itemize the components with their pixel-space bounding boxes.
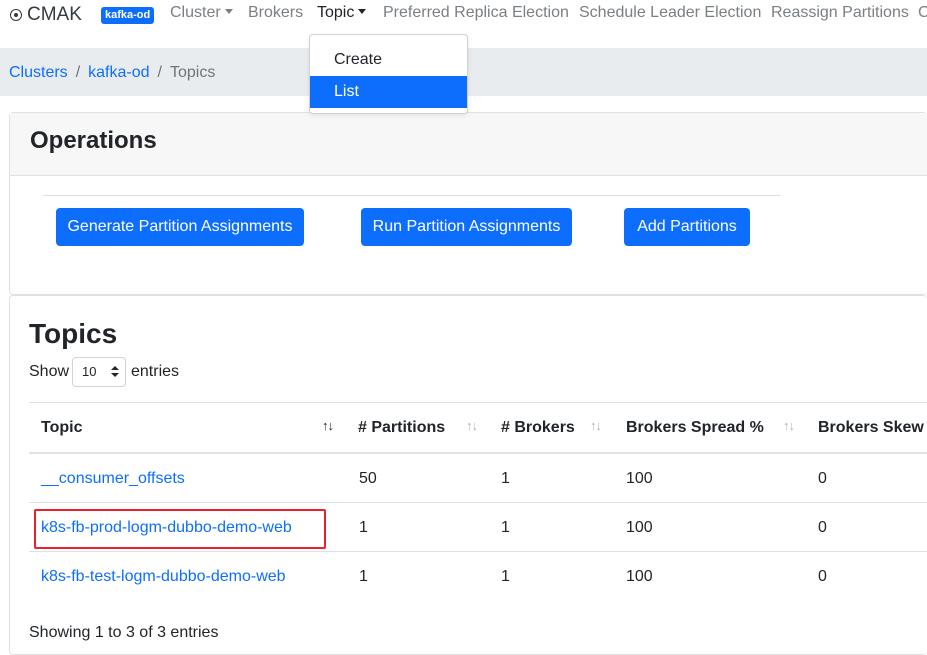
brand[interactable]: CMAK [10, 4, 82, 26]
breadcrumb-clusters[interactable]: Clusters [9, 64, 68, 81]
entries-label: entries [131, 363, 180, 380]
skew-cell: 0 [818, 568, 827, 585]
column-header-partitions[interactable]: # Partitions [358, 419, 445, 437]
nav-preferred-replica-election[interactable]: Preferred Replica Election [383, 4, 569, 22]
topic-link[interactable]: __consumer_offsets [41, 470, 185, 488]
nav-reassign-partitions[interactable]: Reassign Partitions [771, 4, 909, 22]
row-divider [29, 551, 927, 552]
page-size-value: 10 [82, 364, 97, 379]
column-header-brokers[interactable]: # Brokers [501, 419, 575, 437]
menu-item-create[interactable]: Create [310, 44, 467, 76]
breadcrumb-separator: / [157, 64, 162, 81]
spread-cell: 100 [626, 470, 653, 487]
nav-topic[interactable]: Topic [317, 4, 367, 22]
topic-dropdown-menu: Create List [309, 34, 468, 114]
table-header-border [29, 452, 927, 454]
column-header-brokers-skew[interactable]: Brokers Skew % [818, 419, 927, 437]
nav-topic-label: Topic [317, 4, 355, 21]
nav-cluster[interactable]: Cluster [170, 4, 233, 22]
show-label: Show [29, 363, 70, 380]
chevron-down-icon [224, 8, 233, 14]
brand-name: CMAK [27, 4, 82, 25]
add-partitions-button[interactable]: Add Partitions [624, 208, 750, 246]
table-top-border [29, 402, 927, 403]
topics-title: Topics [29, 318, 118, 349]
partitions-cell: 50 [359, 470, 377, 487]
spread-cell: 100 [626, 519, 653, 536]
brokers-cell: 1 [501, 519, 510, 536]
skew-cell: 0 [818, 519, 827, 536]
highlight-annotation [34, 509, 326, 549]
brokers-cell: 1 [501, 568, 510, 585]
sort-ascending-icon[interactable]: ↑↓ [322, 418, 334, 433]
partitions-cell: 1 [359, 519, 368, 536]
nav-schedule-leader-election[interactable]: Schedule Leader Election [579, 4, 761, 22]
nav-brokers[interactable]: Brokers [248, 4, 303, 22]
brokers-cell: 1 [501, 470, 510, 487]
breadcrumb-current: Topics [169, 64, 216, 81]
spread-cell: 100 [626, 568, 653, 585]
table-info: Showing 1 to 3 of 3 entries [29, 624, 219, 641]
operations-title: Operations [30, 127, 157, 154]
run-partition-assignments-button[interactable]: Run Partition Assignments [361, 208, 572, 246]
divider [43, 195, 780, 196]
column-header-topic[interactable]: Topic [41, 419, 82, 437]
sort-icon[interactable]: ↑↓ [783, 418, 795, 433]
breadcrumb-separator: / [75, 64, 81, 81]
nav-cluster-label: Cluster [170, 4, 221, 21]
topic-link[interactable]: k8s-fb-test-logm-dubbo-demo-web [41, 568, 286, 586]
skew-cell: 0 [818, 470, 827, 487]
operations-card-header: Operations [10, 113, 927, 176]
brand-logo-icon [10, 9, 22, 21]
operations-card: Operations [9, 112, 927, 295]
sort-icon[interactable]: ↑↓ [466, 418, 478, 433]
generate-partition-assignments-button[interactable]: Generate Partition Assignments [56, 208, 304, 246]
page-size-select[interactable]: 10 [72, 357, 126, 387]
cluster-badge[interactable]: kafka-od [101, 7, 155, 24]
menu-item-list[interactable]: List [310, 76, 467, 108]
sort-icon[interactable]: ↑↓ [590, 418, 602, 433]
column-header-brokers-spread[interactable]: Brokers Spread % [626, 419, 764, 437]
partitions-cell: 1 [359, 568, 368, 585]
chevron-down-icon [358, 8, 367, 14]
nav-more[interactable]: C [918, 4, 927, 22]
row-divider [29, 502, 927, 503]
breadcrumb-cluster[interactable]: kafka-od [88, 64, 149, 81]
